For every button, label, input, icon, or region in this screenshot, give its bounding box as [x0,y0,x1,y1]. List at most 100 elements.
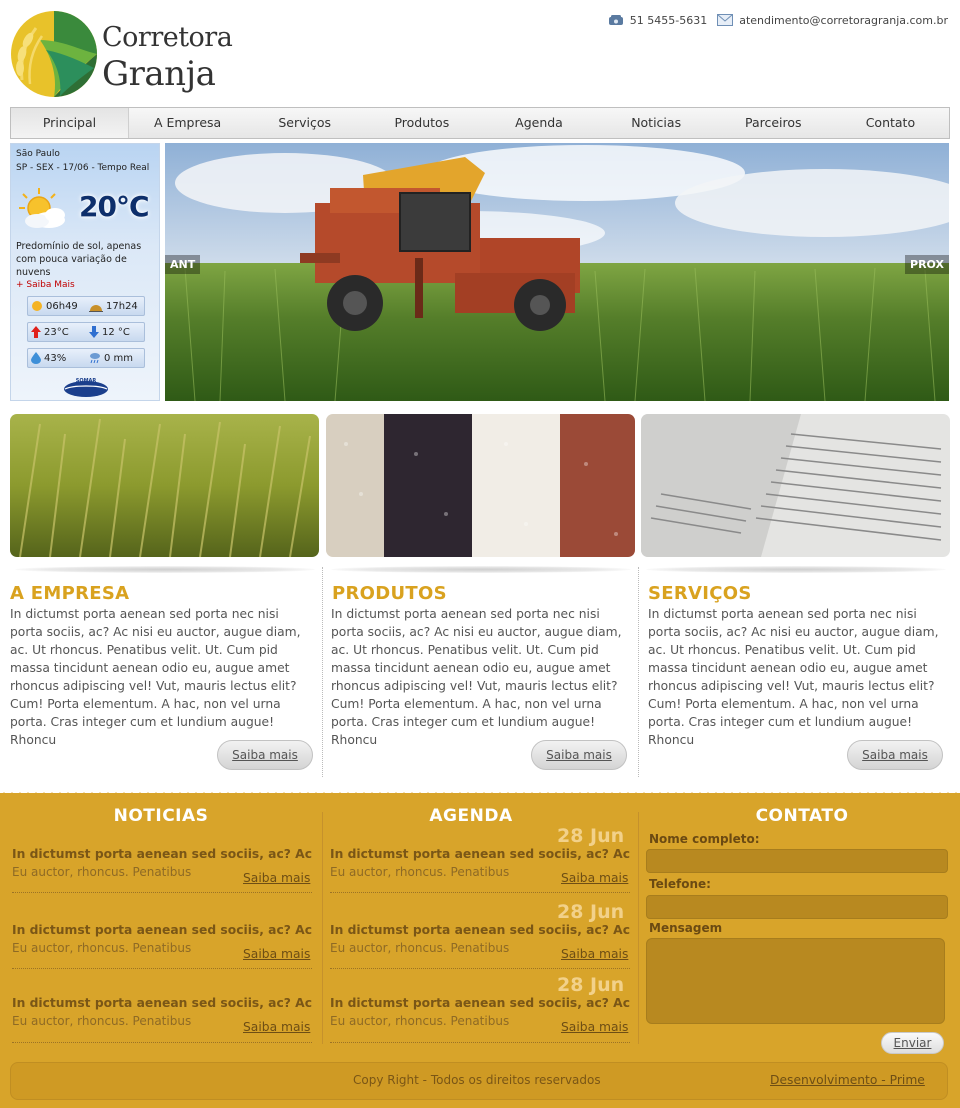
weather-humidity-rain: 43% 0 mm [27,348,145,368]
feature-divider [638,567,639,777]
agenda-date: 28 Jun [557,901,625,923]
nav-item-parceiros[interactable]: Parceiros [715,108,832,138]
send-button[interactable]: Enviar [881,1032,944,1054]
hero-slide-image [165,143,949,401]
email-link[interactable]: atendimento@corretoragranja.com.br [739,14,948,27]
feature-text: In dictumst porta aenean sed porta nec n… [331,607,622,747]
feature-shadow [645,566,946,573]
feature-title: SERVIÇOS [648,583,752,604]
weather-city: São Paulo [16,149,60,159]
agenda-summary: Eu auctor, rhoncus. Penatibus [330,865,510,879]
news-more-link[interactable]: Saiba mais [243,947,310,961]
phone-icon [608,15,623,25]
message-label: Mensagem [649,921,723,935]
news-divider [12,968,312,969]
copyright-text: Copy Right - Todos os direitos reservado… [353,1073,601,1087]
nav-item-servicos[interactable]: Serviços [246,108,363,138]
temp-min: 12 °C [102,326,130,338]
feature-shadow [330,566,631,573]
nav-item-a-empresa[interactable]: A Empresa [129,108,246,138]
phone-label: Telefone: [649,877,711,891]
feature-shadow [14,566,315,573]
agenda-summary: Eu auctor, rhoncus. Penatibus [330,1014,510,1028]
site-logo[interactable]: Corretora Granja [10,10,233,100]
sunrise-time: 06h49 [46,300,78,312]
feature-text: In dictumst porta aenean sed porta nec n… [10,607,301,747]
weather-temp-range: 23°C 12 °C [27,322,145,342]
somar-logo-text: SOMAR [76,378,97,384]
phone-field[interactable] [646,895,948,919]
logo-text-line1: Corretora [102,22,233,53]
feature-divider [322,567,323,777]
nav-item-noticias[interactable]: Noticias [598,108,715,138]
news-summary: Eu auctor, rhoncus. Penatibus [12,941,192,955]
weather-sun-times: 06h49 17h24 [27,296,145,316]
contato-title: CONTATO [755,806,849,826]
nav-item-principal[interactable]: Principal [11,108,129,138]
agenda-more-link[interactable]: Saiba mais [561,871,628,885]
sunset-time: 17h24 [106,300,138,312]
feature-text: In dictumst porta aenean sed porta nec n… [648,607,939,747]
feature-produtos: PRODUTOS In dictumst porta aenean sed po… [326,414,635,770]
newspaper-image [641,414,950,557]
logo-text-line2: Granja [102,54,216,94]
message-field[interactable] [646,938,945,1024]
agenda-divider [330,1042,630,1043]
news-summary: Eu auctor, rhoncus. Penatibus [12,865,192,879]
news-more-link[interactable]: Saiba mais [243,871,310,885]
news-divider [12,892,312,893]
noticias-title: NOTICIAS [113,806,209,826]
agenda-summary: Eu auctor, rhoncus. Penatibus [330,941,510,955]
agenda-headline[interactable]: In dictumst porta aenean sed sociis, ac?… [330,996,630,1010]
sunrise-icon [32,301,42,311]
humidity-drop-icon [31,352,41,364]
nav-item-produtos[interactable]: Produtos [363,108,480,138]
logo-mark-icon [11,11,97,97]
feature-more-button[interactable]: Saiba mais [217,740,313,770]
feature-empresa: A EMPRESA In dictumst porta aenean sed p… [10,414,319,770]
rain-amount: 0 mm [104,352,134,364]
name-field[interactable] [646,849,948,873]
agenda-date: 28 Jun [557,825,625,847]
mail-icon [717,14,734,26]
agenda-more-link[interactable]: Saiba mais [561,947,628,961]
agenda-divider [330,968,630,969]
weather-date: SP - SEX - 17/06 - Tempo Real [16,163,150,173]
weather-widget: São Paulo SP - SEX - 17/06 - Tempo Real … [10,143,160,401]
somar-logo: SOMAR [64,378,108,397]
name-label: Nome completo: [649,832,760,846]
feature-title: A EMPRESA [10,583,130,604]
agenda-title: AGENDA [429,806,513,826]
partly-sunny-icon [19,188,65,228]
news-divider [12,1042,312,1043]
weather-more-link[interactable]: + Saiba Mais [16,280,75,290]
developer-link[interactable]: Desenvolvimento - Prime [770,1073,925,1087]
news-more-link[interactable]: Saiba mais [243,1020,310,1034]
arrow-down-icon [89,326,99,338]
hero-slider: ANT PROX [165,143,949,401]
temp-max: 23°C [44,326,69,338]
agenda-headline[interactable]: In dictumst porta aenean sed sociis, ac?… [330,847,630,861]
grains-image [326,414,635,557]
news-headline[interactable]: In dictumst porta aenean sed sociis, ac?… [12,923,312,937]
slider-next-button[interactable]: PROX [905,255,949,274]
rain-icon [90,353,100,364]
agenda-more-link[interactable]: Saiba mais [561,1020,628,1034]
nav-item-contato[interactable]: Contato [832,108,949,138]
slider-prev-button[interactable]: ANT [165,255,201,274]
agenda-divider [330,892,630,893]
arrow-up-icon [31,326,41,338]
news-headline[interactable]: In dictumst porta aenean sed sociis, ac?… [12,847,312,861]
feature-servicos: SERVIÇOS In dictumst porta aenean sed po… [641,414,950,770]
news-headline[interactable]: In dictumst porta aenean sed sociis, ac?… [12,996,312,1010]
rice-field-image [10,414,319,557]
nav-item-agenda[interactable]: Agenda [480,108,597,138]
band-zigzag-edge [0,790,960,798]
agenda-headline[interactable]: In dictumst porta aenean sed sociis, ac?… [330,923,630,937]
feature-more-button[interactable]: Saiba mais [847,740,943,770]
band-divider [638,812,639,1044]
agenda-date: 28 Jun [557,974,625,996]
feature-more-button[interactable]: Saiba mais [531,740,627,770]
weather-description: Predomínio de sol, apenas com pouca vari… [16,241,142,278]
feature-title: PRODUTOS [332,583,447,604]
